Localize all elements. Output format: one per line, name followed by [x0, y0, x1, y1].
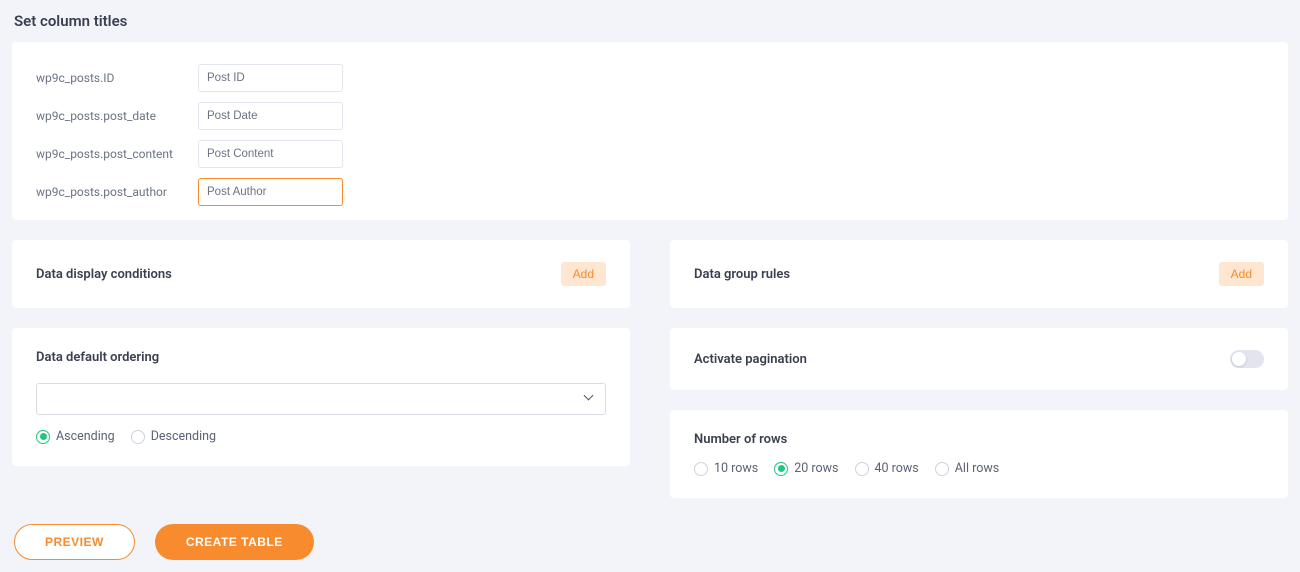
radio-label: Ascending	[56, 429, 115, 444]
ordering-title: Data default ordering	[36, 350, 606, 365]
rows-card: Number of rows 10 rows 20 rows 40 rows A…	[670, 410, 1288, 498]
add-group-rule-button[interactable]: Add	[1219, 262, 1264, 286]
radio-all-rows[interactable]: All rows	[935, 461, 999, 476]
group-rules-card: Data group rules Add	[670, 240, 1288, 308]
radio-label: All rows	[955, 461, 999, 476]
section-title: Set column titles	[12, 12, 1288, 30]
column-label: wp9c_posts.post_date	[36, 109, 186, 123]
column-input-post-author[interactable]	[198, 178, 343, 206]
radio-dot-icon	[131, 430, 145, 444]
radio-dot-icon	[855, 462, 869, 476]
ordering-select[interactable]	[36, 383, 606, 415]
ordering-card: Data default ordering Ascending Descendi…	[12, 328, 630, 466]
column-input-post-date[interactable]	[198, 102, 343, 130]
column-label: wp9c_posts.post_author	[36, 185, 186, 199]
radio-descending[interactable]: Descending	[131, 429, 216, 444]
radio-dot-icon	[36, 430, 50, 444]
create-table-button[interactable]: CREATE TABLE	[155, 524, 314, 560]
radio-label: 40 rows	[875, 461, 919, 476]
group-rules-title: Data group rules	[694, 267, 790, 282]
add-condition-button[interactable]: Add	[561, 262, 606, 286]
column-input-post-content[interactable]	[198, 140, 343, 168]
radio-dot-icon	[935, 462, 949, 476]
rows-title: Number of rows	[694, 432, 1264, 447]
column-titles-card: wp9c_posts.ID wp9c_posts.post_date wp9c_…	[12, 42, 1288, 220]
preview-button[interactable]: PREVIEW	[14, 524, 135, 560]
conditions-title: Data display conditions	[36, 267, 172, 282]
radio-label: 10 rows	[714, 461, 758, 476]
conditions-card: Data display conditions Add	[12, 240, 630, 308]
column-row: wp9c_posts.post_date	[36, 102, 1264, 130]
radio-label: 20 rows	[794, 461, 838, 476]
column-label: wp9c_posts.post_content	[36, 147, 186, 161]
radio-dot-icon	[774, 462, 788, 476]
pagination-title: Activate pagination	[694, 352, 807, 367]
column-label: wp9c_posts.ID	[36, 71, 186, 85]
column-row: wp9c_posts.ID	[36, 64, 1264, 92]
radio-dot-icon	[694, 462, 708, 476]
chevron-down-icon	[585, 394, 595, 404]
radio-20-rows[interactable]: 20 rows	[774, 461, 838, 476]
radio-ascending[interactable]: Ascending	[36, 429, 115, 444]
radio-40-rows[interactable]: 40 rows	[855, 461, 919, 476]
radio-label: Descending	[151, 429, 216, 444]
column-row: wp9c_posts.post_author	[36, 178, 1264, 206]
column-row: wp9c_posts.post_content	[36, 140, 1264, 168]
pagination-card: Activate pagination	[670, 328, 1288, 390]
column-input-post-id[interactable]	[198, 64, 343, 92]
pagination-toggle[interactable]	[1230, 350, 1264, 368]
radio-10-rows[interactable]: 10 rows	[694, 461, 758, 476]
